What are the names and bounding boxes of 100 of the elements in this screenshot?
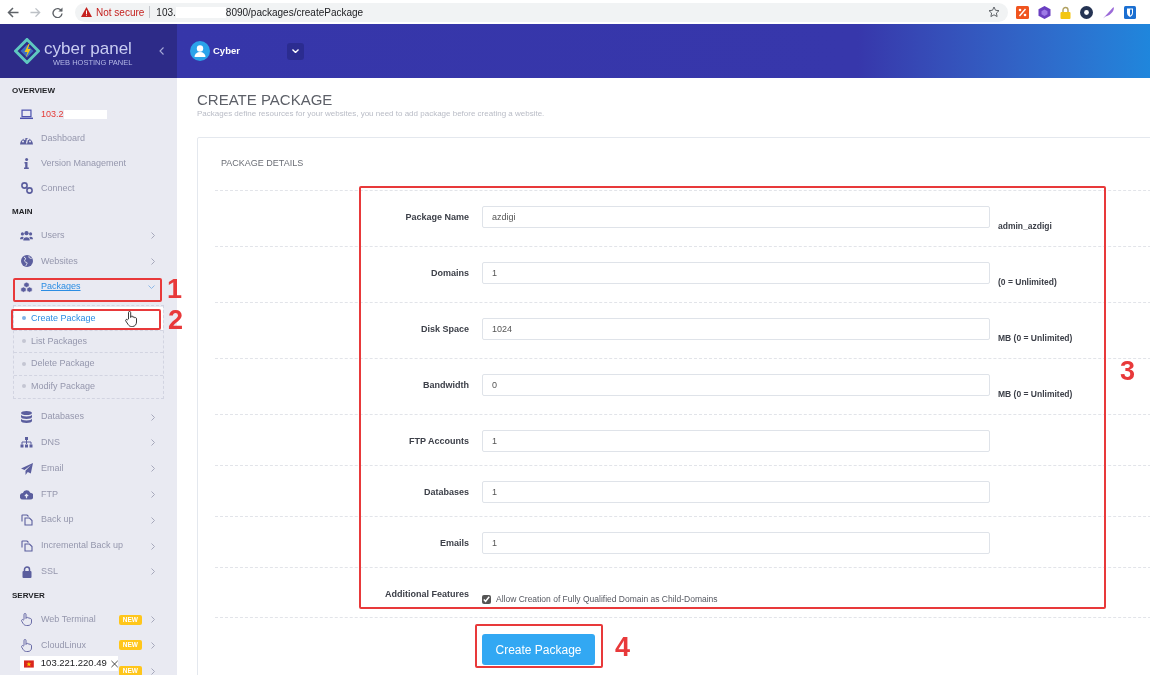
- card-heading: PACKAGE DETAILS: [220, 157, 305, 169]
- page-subtitle: Packages define resources for your websites, you need to add package before creating a website.: [197, 109, 546, 119]
- sidebar-item[interactable]: CloudLinux: [20, 638, 87, 653]
- globe-icon: [20, 255, 33, 268]
- sidebar-item[interactable]: FTP: [20, 487, 58, 502]
- paper-plane-icon: [20, 462, 33, 475]
- logo-icon[interactable]: [14, 38, 40, 64]
- chevron-down-icon: [291, 49, 299, 53]
- field-hint: (0 = Unlimited): [998, 276, 1057, 289]
- text-field[interactable]: azdigi: [482, 206, 990, 228]
- sidebar-item[interactable]: Incremental Back up: [20, 539, 124, 553]
- bullet-icon: [22, 316, 26, 321]
- create-package-button[interactable]: Create Package: [482, 634, 595, 665]
- ip-text: 103.221.220.49: [40, 656, 107, 671]
- text-field[interactable]: 1: [482, 430, 990, 452]
- submenu-item[interactable]: Modify Package: [14, 374, 163, 398]
- logo-text[interactable]: cyber panel: [44, 39, 133, 58]
- back-icon[interactable]: [7, 6, 19, 18]
- submenu-item[interactable]: List Packages: [14, 329, 163, 353]
- annotation-number: 3: [1120, 358, 1136, 385]
- user-name[interactable]: Cyber: [213, 43, 240, 59]
- sidebar-item[interactable]: Connect: [20, 181, 75, 196]
- chevron-right-icon[interactable]: [151, 542, 155, 550]
- copy-icon: [20, 540, 33, 552]
- field-label: Package Name: [404, 211, 469, 224]
- sidebar-item[interactable]: Users: [20, 228, 65, 243]
- chevron-right-icon[interactable]: [151, 641, 155, 649]
- hand-icon: [21, 613, 32, 627]
- annotation-number: 1: [167, 276, 183, 303]
- text-field[interactable]: 1: [482, 262, 990, 284]
- copy-icon: [20, 514, 33, 527]
- chevron-right-icon[interactable]: [151, 232, 155, 240]
- field-label: Databases: [422, 486, 469, 499]
- database-icon: [21, 411, 32, 424]
- sidebar-item[interactable]: Back up: [20, 513, 74, 527]
- users-icon: [20, 230, 33, 242]
- text-field[interactable]: 1: [482, 532, 990, 554]
- sidebar-item[interactable]: Databases: [20, 410, 85, 424]
- chevron-right-icon[interactable]: [151, 257, 155, 265]
- page-title: CREATE PACKAGE: [197, 91, 334, 109]
- annotation-number: 4: [615, 634, 631, 661]
- checkbox-label: Allow Creation of Fully Qualified Domain as Child-Domains: [496, 593, 718, 605]
- url-text: 8090/packages/createPackage: [225, 5, 364, 20]
- sidebar-item[interactable]: Version Management: [20, 156, 127, 171]
- flag-icon: [24, 659, 34, 668]
- sidebar-item[interactable]: Web Terminal: [20, 612, 96, 627]
- chevron-right-icon[interactable]: [151, 516, 155, 524]
- shield-icon[interactable]: [1124, 5, 1136, 19]
- field-hint: admin_azdigi: [998, 220, 1052, 233]
- star-icon[interactable]: [988, 6, 1000, 18]
- sidebar-item[interactable]: SSL: [20, 565, 58, 579]
- close-icon[interactable]: [110, 659, 118, 668]
- chevron-right-icon[interactable]: [151, 568, 155, 576]
- link-icon: [20, 182, 33, 195]
- chevron-left-icon[interactable]: [159, 47, 164, 55]
- field-label: Additional Features: [384, 588, 469, 600]
- text-field[interactable]: 0: [482, 374, 990, 396]
- sidebar-item[interactable]: Email: [20, 461, 64, 476]
- cubes-icon: [20, 281, 33, 294]
- sidebar-item[interactable]: Dashboard: [20, 132, 86, 146]
- chevron-right-icon[interactable]: [151, 616, 155, 624]
- chevron-right-icon[interactable]: [151, 465, 155, 473]
- field-label: Domains: [430, 267, 469, 280]
- sidebar-item[interactable]: DNS: [20, 436, 60, 450]
- info-icon: [24, 158, 29, 170]
- sidebar-item[interactable]: Websites: [20, 254, 78, 269]
- field-label: Disk Space: [419, 323, 469, 336]
- address-bar[interactable]: Not secure 103. 8090/packages/createPackage: [75, 2, 1008, 22]
- avatar-icon[interactable]: [190, 41, 210, 61]
- percent-icon[interactable]: [1016, 5, 1029, 19]
- section-heading: SERVER: [11, 589, 46, 602]
- chevron-right-icon[interactable]: [151, 413, 155, 421]
- dropdown-button[interactable]: [286, 42, 304, 60]
- url-text: 103.: [156, 5, 176, 20]
- chevron-right-icon[interactable]: [151, 667, 155, 675]
- checkbox[interactable]: [482, 594, 491, 604]
- hand-cursor-icon: [125, 311, 137, 327]
- section-heading: OVERVIEW: [11, 85, 56, 97]
- chevron-right-icon[interactable]: [151, 490, 155, 498]
- padlock-icon[interactable]: [1060, 5, 1071, 19]
- hand-icon: [21, 638, 32, 652]
- chevron-right-icon[interactable]: [151, 439, 155, 447]
- laptop-icon: [20, 108, 33, 120]
- sidebar-item[interactable]: Packages: [20, 280, 81, 294]
- security-label[interactable]: Not secure: [96, 4, 145, 20]
- field-label: Emails: [438, 537, 469, 550]
- text-field[interactable]: 1: [482, 481, 990, 503]
- reload-icon[interactable]: [52, 6, 63, 18]
- dot-circle-icon[interactable]: [1080, 5, 1093, 19]
- warning-icon[interactable]: [81, 7, 92, 17]
- field-label: FTP Accounts: [408, 435, 469, 448]
- field-hint: MB (0 = Unlimited): [998, 332, 1073, 345]
- forward-icon[interactable]: [30, 6, 41, 18]
- submenu-item[interactable]: Delete Package: [14, 352, 163, 375]
- lock-icon: [21, 565, 32, 578]
- sidebar-item[interactable]: 103.2: [20, 107, 64, 122]
- field-hint: MB (0 = Unlimited): [998, 388, 1073, 401]
- annotation-number: 2: [168, 307, 184, 334]
- hexagon-icon[interactable]: [1038, 5, 1051, 19]
- text-field[interactable]: 1024: [482, 318, 990, 340]
